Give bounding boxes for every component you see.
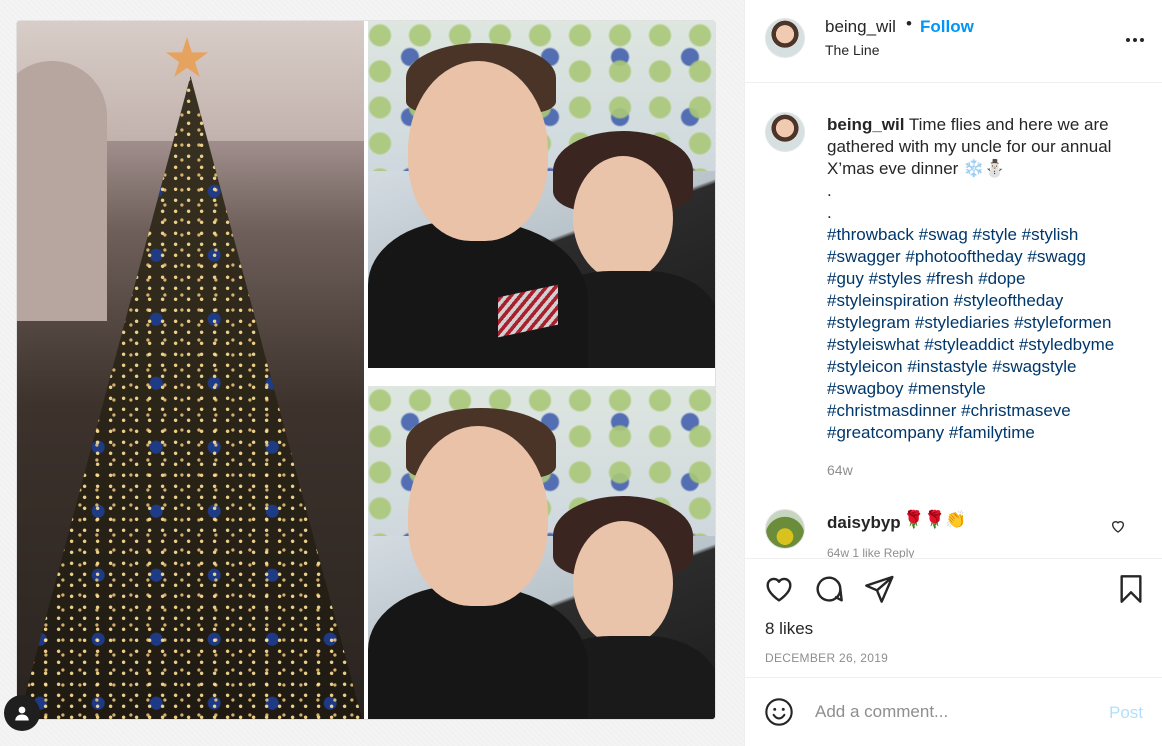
comment-composer: Post <box>745 677 1162 746</box>
caption-timestamp[interactable]: 64w <box>827 462 853 478</box>
hashtag-line[interactable]: #stylegram #stylediaries #styleformen <box>827 312 1147 334</box>
christmas-tree-photo <box>17 21 364 719</box>
smiley-icon[interactable] <box>763 696 795 728</box>
caption-avatar[interactable] <box>765 112 805 152</box>
comment-text: 🌹🌹👏 <box>903 510 967 529</box>
caption-text-line: Time flies and here we are <box>908 115 1109 134</box>
post-caption: being_wil Time flies and here we are gat… <box>827 114 1147 444</box>
more-horizontal-icon[interactable] <box>1123 30 1147 50</box>
comment-input[interactable] <box>815 700 1095 724</box>
hashtag-line[interactable]: #throwback #swag #style #stylish <box>827 224 1147 246</box>
user-tag-icon[interactable] <box>4 695 40 731</box>
bookmark-icon[interactable] <box>1115 573 1147 605</box>
hashtag-list: #throwback #swag #style #stylish #swagge… <box>827 224 1147 444</box>
post-media-area <box>0 0 744 746</box>
header-username[interactable]: being_wil <box>825 17 896 37</box>
follow-button[interactable]: Follow <box>920 17 974 37</box>
post-date[interactable]: DECEMBER 26, 2019 <box>765 651 888 665</box>
hashtag-line[interactable]: #styleicon #instastyle #swagstyle <box>827 356 1147 378</box>
post-comment-button[interactable]: Post <box>1109 703 1143 723</box>
hashtag-line[interactable]: #styleinspiration #styleoftheday <box>827 290 1147 312</box>
selfie-photo-top <box>368 21 715 368</box>
selfie-photo-bottom <box>368 386 715 719</box>
location-link[interactable]: The Line <box>825 42 879 58</box>
comment-username[interactable]: daisybyp <box>827 513 901 533</box>
post-header: being_wil • Follow The Line <box>745 0 1162 83</box>
comments-list[interactable]: being_wil Time flies and here we are gat… <box>745 84 1162 558</box>
hashtag-line[interactable]: #greatcompany #familytime <box>827 422 1147 444</box>
post-actions: 8 likes DECEMBER 26, 2019 <box>745 558 1162 676</box>
hashtag-line[interactable]: #swagger #photooftheday #swagg <box>827 246 1147 268</box>
list-item: daisybyp 🌹🌹👏 64w 1 like Reply <box>745 508 1162 558</box>
like-count[interactable]: 8 likes <box>765 619 813 639</box>
caption-dot-line: . <box>827 203 832 222</box>
hashtag-line[interactable]: #guy #styles #fresh #dope <box>827 268 1147 290</box>
caption-dot-line: . <box>827 181 832 200</box>
post-sidebar: being_wil • Follow The Line being_wil Ti… <box>744 0 1162 746</box>
comment-avatar[interactable] <box>765 509 805 549</box>
hashtag-line[interactable]: #styleiswhat #styleaddict #styledbyme <box>827 334 1147 356</box>
heart-icon[interactable] <box>763 573 795 605</box>
comment-meta: 64w 1 like Reply <box>827 546 915 558</box>
separator-dot: • <box>906 14 912 33</box>
caption-text-line: gathered with my uncle for our annual <box>827 137 1112 156</box>
comment-heart-icon[interactable] <box>1110 518 1128 536</box>
hashtag-line[interactable]: #christmasdinner #christmaseve <box>827 400 1147 422</box>
avatar[interactable] <box>765 18 805 58</box>
comment-bubble-icon[interactable] <box>813 573 845 605</box>
post-photo-collage[interactable] <box>17 21 715 719</box>
hashtag-line[interactable]: #swagboy #menstyle <box>827 378 1147 400</box>
paper-plane-icon[interactable] <box>863 573 895 605</box>
caption-text-line: X’mas eve dinner ❄️⛄ <box>827 159 1006 178</box>
caption-username[interactable]: being_wil <box>827 115 904 134</box>
